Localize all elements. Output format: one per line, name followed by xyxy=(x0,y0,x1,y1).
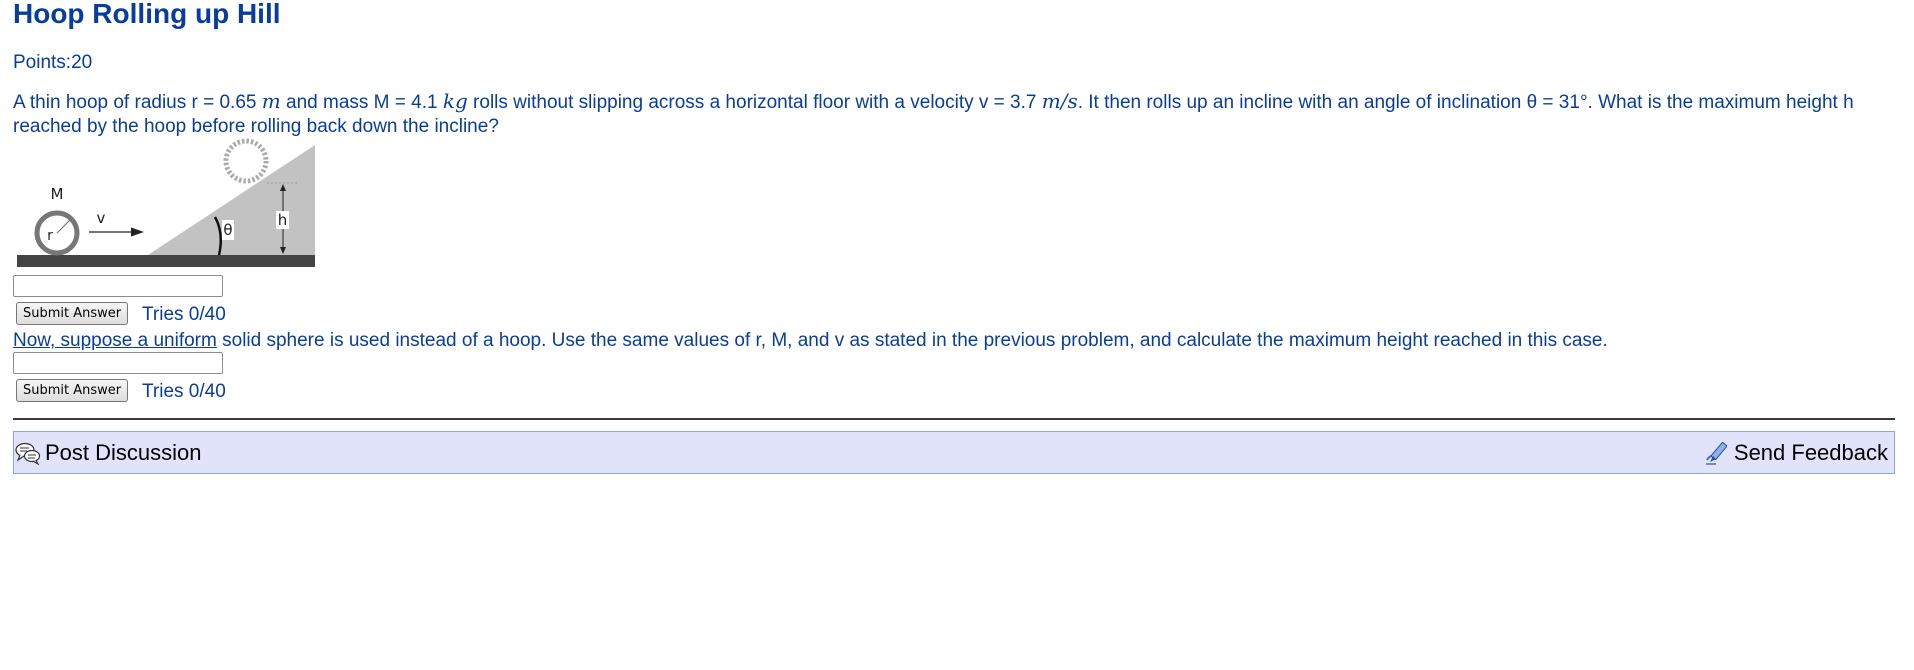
velocity-label: v xyxy=(97,209,106,227)
unit-meters: m xyxy=(261,89,281,113)
problem-title: Hoop Rolling up Hill xyxy=(13,0,281,29)
section-divider xyxy=(13,418,1895,420)
answer-2-input[interactable] xyxy=(13,352,223,374)
pen-feedback-icon xyxy=(1705,442,1728,465)
floor xyxy=(17,255,315,267)
question-segment: rolls without slipping across a horizont… xyxy=(467,92,1042,113)
answer-1-input[interactable] xyxy=(13,275,223,297)
send-feedback-label: Send Feedback xyxy=(1733,440,1888,465)
submit-answer-1-button[interactable]: Submit Answer xyxy=(16,302,129,325)
unit-velocity: m/s xyxy=(1041,89,1078,113)
submit-answer-2-button[interactable]: Submit Answer xyxy=(16,379,129,402)
hoop-incline-diagram: h θ r M v xyxy=(17,138,315,267)
send-feedback-button[interactable]: Send Feedback xyxy=(1704,440,1888,466)
velocity-arrow-head xyxy=(131,227,144,237)
mass-label: M xyxy=(51,185,64,203)
question-segment: A thin hoop of radius r = 0.65 xyxy=(13,92,262,113)
answer-1-tries: Tries 0/40 xyxy=(142,304,226,325)
hoop-final-position xyxy=(223,138,269,184)
question-2-text: Now, suppose a uniform solid sphere is u… xyxy=(13,330,1608,352)
unit-kilograms: kg xyxy=(442,89,468,113)
answer-2-tries: Tries 0/40 xyxy=(142,381,226,402)
speech-bubbles-icon xyxy=(15,442,41,465)
height-label: h xyxy=(278,211,288,229)
question-segment: and mass M = 4.1 xyxy=(280,92,443,113)
angle-label: θ xyxy=(223,221,232,239)
radius-label: r xyxy=(47,228,53,244)
points-label: Points:20 xyxy=(13,52,93,73)
feedback-bar: Post Discussion Send Feedback xyxy=(13,431,1895,474)
question-text: A thin hoop of radius r = 0.65 m and mas… xyxy=(13,89,1893,139)
post-discussion-label: Post Discussion xyxy=(45,440,202,465)
post-discussion-button[interactable]: Post Discussion xyxy=(15,440,202,466)
question-2-rest: solid sphere is used instead of a hoop. … xyxy=(216,330,1608,351)
question-2-link[interactable]: Now, suppose a uniform xyxy=(13,330,217,351)
